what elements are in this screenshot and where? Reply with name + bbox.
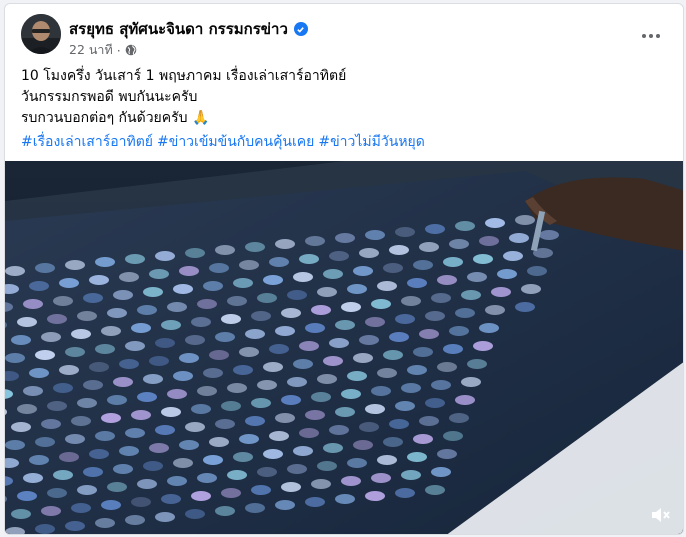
more-options-icon[interactable]	[637, 22, 665, 50]
author-name-text[interactable]: สรยุทธ สุทัศนะจินดา กรรมกรข่าว	[69, 17, 288, 41]
post-time[interactable]: 22 นาที	[69, 40, 113, 60]
post-line-3: รบกวนบอกต่อๆ กันด้วยครับ 🙏	[21, 108, 667, 129]
verified-badge-icon	[293, 22, 308, 36]
post-meta: 22 นาที ·	[69, 40, 137, 60]
post-card: สรยุทธ สุทัศนะจินดา กรรมกรข่าว 22 นาที ·…	[4, 3, 684, 535]
video-frame-image	[5, 161, 683, 534]
video-player[interactable]	[5, 161, 683, 534]
muted-speaker-icon[interactable]	[649, 504, 671, 526]
hashtag-link[interactable]: #ข่าวไม่มีวันหยุด	[318, 131, 424, 153]
globe-icon[interactable]	[125, 44, 137, 56]
hashtag-link[interactable]: #เรื่องเล่าเสาร์อาทิตย์	[21, 131, 153, 153]
hashtag-list: #เรื่องเล่าเสาร์อาทิตย์ #ข่าวเข้มข้นกับค…	[21, 131, 425, 153]
pray-emoji-icon: 🙏	[191, 110, 210, 126]
post-line-2: วันกรรมกรพอดี พบกันนะครับ	[21, 89, 198, 105]
post-line-3-text: รบกวนบอกต่อๆ กันด้วยครับ	[21, 110, 188, 126]
hashtag-link[interactable]: #ข่าวเข้มข้นกับคนคุ้นเคย	[157, 131, 314, 153]
post-message: 10 โมงครึ่ง วันเสาร์ 1 พฤษภาคม เรื่องเล่…	[21, 66, 667, 129]
post-line-1: 10 โมงครึ่ง วันเสาร์ 1 พฤษภาคม เรื่องเล่…	[21, 68, 347, 84]
avatar[interactable]	[21, 14, 61, 54]
post-header: สรยุทธ สุทัศนะจินดา กรรมกรข่าว 22 นาที ·	[21, 14, 671, 60]
meta-separator: ·	[116, 42, 121, 58]
author-name[interactable]: สรยุทธ สุทัศนะจินดา กรรมกรข่าว	[69, 17, 308, 41]
